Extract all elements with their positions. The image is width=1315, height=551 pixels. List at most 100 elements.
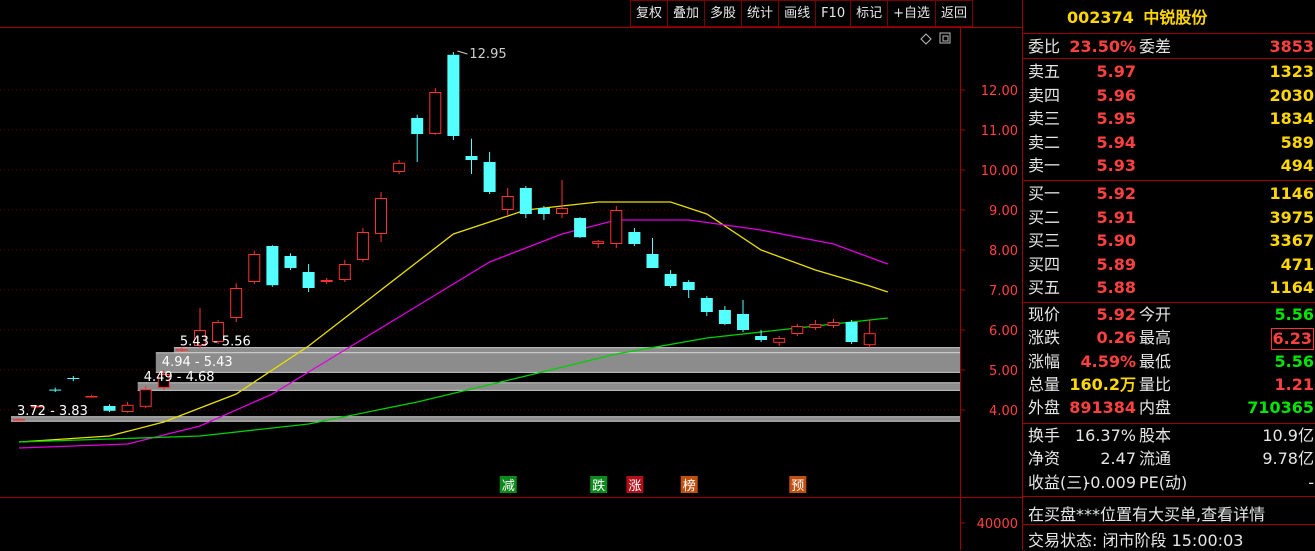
candlestick[interactable] <box>266 245 279 287</box>
level-label: 卖二 <box>1028 132 1061 152</box>
price-range-label: 4.94 - 5.43 <box>162 355 233 370</box>
candlestick[interactable] <box>664 270 677 288</box>
candlestick[interactable] <box>574 217 587 238</box>
stock-name: 中锐股份 <box>1143 8 1208 27</box>
candlestick[interactable] <box>827 318 840 328</box>
candlestick[interactable] <box>809 320 822 330</box>
candlestick[interactable] <box>519 186 532 218</box>
event-tag[interactable]: 榜 <box>683 478 696 494</box>
event-tag[interactable]: 预 <box>791 479 804 494</box>
price-range-label: 5.43 - 5.56 <box>180 335 251 350</box>
sell-level-row: 卖五 5.97 1323 <box>1023 62 1315 82</box>
level-price: 5.93 <box>1096 156 1136 175</box>
stat-label: 现价 <box>1028 305 1061 324</box>
quote-stat-row: 现价 5.92 今开 5.56 <box>1023 305 1315 325</box>
candlestick[interactable] <box>737 300 749 332</box>
quote-stat-row: 涨跌 0.26 最高 6.23 <box>1023 328 1315 351</box>
candlestick[interactable] <box>791 324 804 336</box>
stat-value: 5.92 <box>1096 305 1136 324</box>
fund-label: 收益(三) <box>1028 472 1089 492</box>
peak-price-label: 12.95 <box>469 47 506 62</box>
fund-value: -0.009 <box>1084 472 1136 492</box>
event-tag[interactable]: 减 <box>502 479 515 494</box>
order-alert-message[interactable]: 在买盘***位置有大买单,查看详情 <box>1028 501 1265 525</box>
candlestick[interactable] <box>863 320 876 348</box>
candlestick[interactable] <box>121 402 134 413</box>
candlestick[interactable] <box>646 238 659 268</box>
candlestick[interactable] <box>700 296 713 316</box>
price-tick-label: 5.00 <box>989 364 1018 379</box>
candlestick[interactable] <box>537 206 550 220</box>
diamond-icon[interactable] <box>920 33 932 45</box>
stat-value: 6.23 <box>1270 328 1314 351</box>
fund-label: 换手 <box>1028 426 1061 445</box>
level-label: 卖三 <box>1028 109 1061 128</box>
fundamental-row: 换手 16.37% 股本 10.9亿 <box>1023 426 1315 446</box>
candlestick[interactable] <box>773 336 786 346</box>
candlestick[interactable] <box>230 283 243 322</box>
candlestick[interactable] <box>718 306 731 326</box>
candlestick[interactable] <box>302 264 315 292</box>
buy-level-row: 买二 5.91 3975 <box>1023 208 1315 228</box>
candlestick[interactable] <box>483 152 496 194</box>
kline-chart[interactable]: 12.00 11.00 10.00 9.00 8.00 7.00 6.00 5.00 4.00 4… <box>0 0 1022 550</box>
level-volume: 2030 <box>1269 85 1314 105</box>
price-range-label: 4.49 - 4.68 <box>144 370 215 385</box>
candlestick[interactable] <box>465 138 478 174</box>
level-price: 5.94 <box>1096 132 1136 152</box>
candlestick[interactable] <box>139 386 152 408</box>
price-tick-label: 9.00 <box>989 204 1018 219</box>
level-price: 5.92 <box>1096 184 1136 203</box>
candlestick[interactable] <box>682 280 695 298</box>
candlestick[interactable] <box>610 206 623 248</box>
candlestick[interactable] <box>375 192 387 242</box>
candlestick[interactable] <box>67 376 80 382</box>
level-volume: 471 <box>1280 254 1314 274</box>
candlestick[interactable] <box>49 387 62 392</box>
stat-label: 涨幅 <box>1028 351 1061 371</box>
candlestick[interactable] <box>284 253 297 270</box>
stock-title: 002374 中锐股份 <box>1067 4 1207 28</box>
sell-level-row: 卖一 5.93 494 <box>1023 156 1315 176</box>
fundamental-row: 净资 2.47 流通 9.78亿 <box>1023 449 1315 469</box>
candlestick[interactable] <box>248 250 261 284</box>
level-volume: 1164 <box>1269 278 1314 297</box>
stat-value: 710365 <box>1247 398 1314 418</box>
quote-stat-row: 总量 160.2万 量比 1.21 <box>1023 375 1315 395</box>
stock-code: 002374 <box>1067 8 1134 27</box>
candlestick[interactable] <box>556 180 568 218</box>
level-label: 卖四 <box>1028 85 1061 105</box>
event-tag[interactable]: 涨 <box>628 479 641 494</box>
sell-level-row: 卖四 5.96 2030 <box>1023 86 1315 106</box>
candlestick[interactable] <box>103 404 116 412</box>
stat-label: 最高 <box>1139 328 1172 348</box>
level-label: 卖五 <box>1028 62 1061 81</box>
candlestick[interactable] <box>393 160 406 174</box>
buy-level-row: 买一 5.92 1146 <box>1023 184 1315 204</box>
candlestick[interactable] <box>85 394 98 398</box>
candlestick[interactable] <box>356 228 369 262</box>
candlestick[interactable] <box>845 320 858 344</box>
price-tick-label: 12.00 <box>981 84 1018 99</box>
candlestick[interactable] <box>628 228 641 246</box>
candlestick[interactable] <box>320 278 333 284</box>
price-tick-label: 6.00 <box>989 324 1018 339</box>
candlestick[interactable] <box>592 240 605 248</box>
price-tick-label: 8.00 <box>989 244 1018 259</box>
candlestick[interactable] <box>429 88 442 135</box>
stat-value: 891384 <box>1069 398 1136 418</box>
price-range-band <box>11 416 960 422</box>
level-price: 5.96 <box>1096 85 1136 105</box>
trade-status: 交易状态: 闭市阶段 15:00:03 <box>1028 531 1244 550</box>
event-tag[interactable]: 跌 <box>592 478 605 494</box>
candlestick[interactable] <box>447 52 460 140</box>
candlestick[interactable] <box>501 188 514 216</box>
candlestick[interactable] <box>338 260 351 282</box>
level-label: 卖一 <box>1028 156 1061 175</box>
stat-label: 量比 <box>1139 374 1172 394</box>
candlestick[interactable] <box>411 114 424 162</box>
level-label: 买四 <box>1028 254 1061 274</box>
moving-average-line <box>18 219 889 449</box>
level-price: 5.88 <box>1096 278 1136 297</box>
level-price: 5.95 <box>1096 109 1136 128</box>
